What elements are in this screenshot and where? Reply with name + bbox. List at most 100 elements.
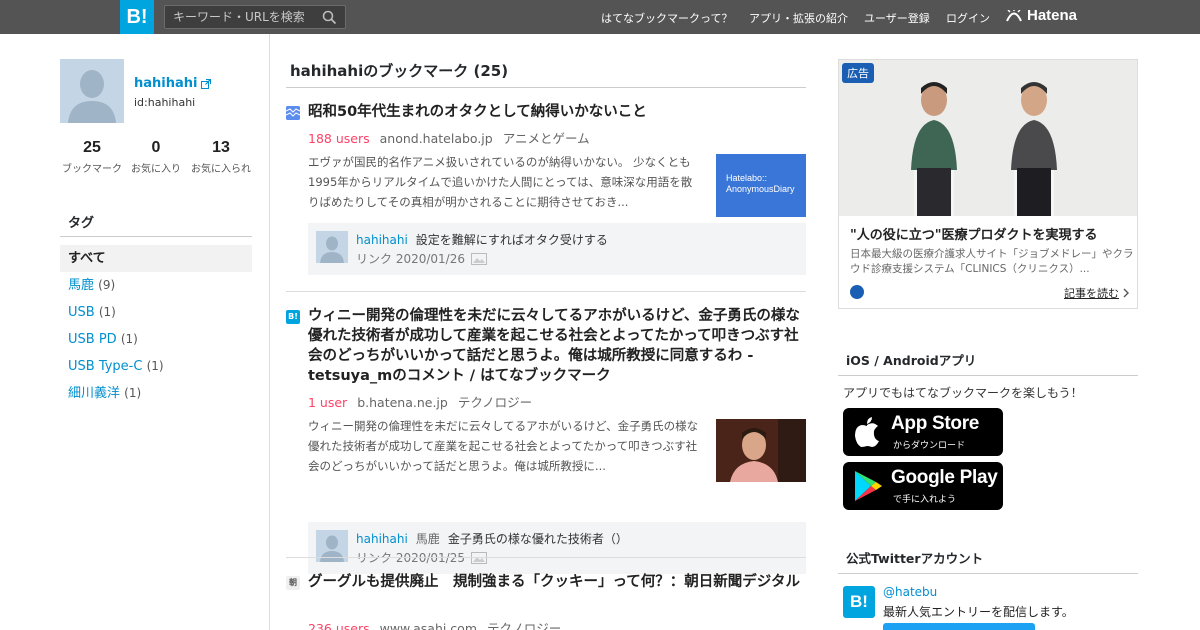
hatebu-twitter-avatar[interactable]: B! <box>843 586 875 618</box>
search-input[interactable] <box>173 9 313 25</box>
tag-count: (1) <box>120 332 138 346</box>
stat-favorited[interactable]: 13 お気に入られ <box>186 139 256 175</box>
ad-badge: 広告 <box>842 63 874 83</box>
stat-value: 0 <box>151 139 161 156</box>
stat-favorites[interactable]: 0 お気に入り <box>121 139 191 175</box>
google-play-button[interactable]: Google Play で手に入れよう <box>843 462 1003 510</box>
tag-item[interactable]: 馬鹿 (9) <box>60 272 252 299</box>
thumbnail-line: AnonymousDiary <box>726 184 795 194</box>
user-name-link[interactable]: hahihahi <box>134 76 212 91</box>
entry-category-link[interactable]: テクノロジー <box>458 395 532 410</box>
nav-login[interactable]: ログイン <box>946 10 990 26</box>
ad-description: 日本最大級の医療介護求人サイト「ジョブメドレー」やクラウド診療支援システム「CL… <box>850 248 1134 275</box>
app-store-sublabel: からダウンロード <box>893 441 966 451</box>
entry-title-link[interactable]: 昭和50年代生まれのオタクとして納得いかないこと <box>308 102 806 122</box>
search-box[interactable] <box>164 5 346 29</box>
entry-thumbnail[interactable]: Hatelabo:: AnonymousDiary <box>716 154 806 217</box>
entry-domain-link[interactable]: b.hatena.ne.jp <box>357 395 448 410</box>
ad-card[interactable]: 広告 "人の役に立つ"医療プロダクトを実現する 日本最大級の医療介護求人サイト「… <box>838 59 1138 309</box>
bookmark-list: hahihahiのブックマーク (25) 昭和50年代生まれのオタクとして納得い… <box>286 34 806 630</box>
hatebu-favicon-icon: B! <box>286 310 300 324</box>
tag-label: USB PD <box>68 332 117 347</box>
comment-avatar[interactable] <box>316 231 348 263</box>
image-icon[interactable] <box>470 252 487 265</box>
nav-apps[interactable]: アプリ・拡張の紹介 <box>749 10 848 26</box>
twitter-follow-button[interactable] <box>883 623 1035 630</box>
chevron-right-icon <box>1123 288 1129 298</box>
entry-description: エヴァが国民的名作アニメ扱いされているのが納得いかない。 少なくとも1995年か… <box>308 155 693 209</box>
entry-users-link[interactable]: 236 users <box>308 621 370 630</box>
comment-user-link[interactable]: hahihahi <box>356 233 408 247</box>
twitter-handle-link[interactable]: @hatebu <box>883 585 937 599</box>
apps-heading: iOS / Androidアプリ <box>838 350 1138 376</box>
tag-label: USB Type-C <box>68 359 143 374</box>
user-name: hahihahi <box>134 76 198 91</box>
tag-count: (1) <box>146 359 164 373</box>
stat-label: お気に入り <box>131 164 181 175</box>
ad-link-label: 記事を読む <box>1064 287 1119 300</box>
entry-title-link[interactable]: ウィニー開発の倫理性を未だに云々してるアホがいるけど、金子勇氏の様な優れた技術者… <box>308 306 806 386</box>
tag-item[interactable]: USB PD (1) <box>60 326 252 353</box>
hatena-brand[interactable]: Hatena <box>1006 7 1077 24</box>
external-link-icon <box>201 78 212 89</box>
comment-text: 金子勇氏の様な優れた技術者（） <box>447 532 628 546</box>
entry-users-link[interactable]: 188 users <box>308 131 370 146</box>
divider <box>286 557 806 558</box>
google-play-label: Google Play <box>891 467 998 488</box>
right-sidebar: 広告 "人の役に立つ"医療プロダクトを実現する 日本最大級の医療介護求人サイト「… <box>838 34 1138 630</box>
tag-item-all[interactable]: すべて <box>60 245 252 272</box>
entry-category-link[interactable]: アニメとゲーム <box>503 131 590 146</box>
app-store-button[interactable]: App Store からダウンロード <box>843 408 1003 456</box>
entry-domain-link[interactable]: www.asahi.com <box>380 621 477 630</box>
nav-signup[interactable]: ユーザー登録 <box>864 10 930 26</box>
comment-footer: リンク 2020/01/26 <box>356 250 487 267</box>
entry-meta: 1 user b.hatena.ne.jp テクノロジー <box>308 392 532 411</box>
comment-tag-link[interactable]: 馬鹿 <box>416 532 440 546</box>
tag-count: (1) <box>98 305 116 319</box>
stat-label: お気に入られ <box>191 164 251 175</box>
tag-item[interactable]: USB (1) <box>60 299 252 326</box>
search-icon[interactable] <box>322 10 337 25</box>
portrait-image <box>716 419 806 482</box>
ad-title[interactable]: "人の役に立つ"医療プロダクトを実現する <box>850 224 1098 243</box>
entry-title-link[interactable]: グーグルも提供廃止 規制強まる「クッキー」って何？：朝日新聞デジタル <box>308 572 806 592</box>
user-avatar[interactable] <box>60 59 124 123</box>
stat-bookmarks[interactable]: 25 ブックマーク <box>57 139 127 175</box>
entry-category-link[interactable]: テクノロジー <box>487 621 561 630</box>
ad-read-more-link[interactable]: 記事を読む <box>1064 285 1129 301</box>
bookmark-entry: 朝 グーグルも提供廃止 規制強まる「クッキー」って何？：朝日新聞デジタル 236… <box>286 572 806 630</box>
tag-item[interactable]: USB Type-C (1) <box>60 353 252 380</box>
ad-image: 広告 <box>839 60 1137 216</box>
favicon-icon <box>286 106 300 120</box>
user-comment: hahihahi 設定を難解にすればオタク受けする リンク 2020/01/26 <box>308 223 806 275</box>
hatebu-logo[interactable]: B! <box>120 0 154 34</box>
entry-description: ウィニー開発の倫理性を未だに云々してるアホがいるけど、金子勇氏の様な優れた技術者… <box>308 419 699 473</box>
tags-heading: タグ <box>60 212 252 237</box>
page-title: hahihahiのブックマーク (25) <box>286 60 806 88</box>
nav-about[interactable]: はてなブックマークって？ <box>601 10 732 26</box>
apple-icon <box>855 417 879 447</box>
thumbnail-line: Hatelabo:: <box>726 173 768 183</box>
entry-thumbnail[interactable] <box>716 419 806 482</box>
comment-user-link[interactable]: hahihahi <box>356 532 408 546</box>
entry-domain-link[interactable]: anond.hatelabo.jp <box>380 131 493 146</box>
tag-label: USB <box>68 305 95 320</box>
bookmark-entry: 昭和50年代生まれのオタクとして納得いかないこと 188 users anond.… <box>286 102 806 278</box>
comment-line: hahihahi 設定を難解にすればオタク受けする <box>356 231 608 248</box>
google-play-sublabel: で手に入れよう <box>893 495 957 505</box>
entry-users-link[interactable]: 1 user <box>308 395 347 410</box>
apps-description: アプリでもはてなブックマークを楽しもう！ <box>843 386 1083 400</box>
entry-meta: 188 users anond.hatelabo.jp アニメとゲーム <box>308 128 590 147</box>
ad-photo <box>839 60 1137 216</box>
tag-label: 細川義洋 <box>68 386 121 401</box>
comment-line: hahihahi 馬鹿 金子勇氏の様な優れた技術者（） <box>356 530 628 547</box>
tag-count: (1) <box>124 386 142 400</box>
global-header: B! はてなブックマークって？ アプリ・拡張の紹介 ユーザー登録 ログイン Ha… <box>0 0 1200 34</box>
bookmark-entry: B! ウィニー開発の倫理性を未だに云々してるアホがいるけど、金子勇氏の様な優れた… <box>286 306 806 574</box>
tag-list: すべて 馬鹿 (9) USB (1) USB PD (1) USB Type-C… <box>60 245 252 407</box>
tag-item[interactable]: 細川義洋 (1) <box>60 380 252 407</box>
tag-label: 馬鹿 <box>68 278 95 293</box>
divider <box>286 291 806 292</box>
asahi-favicon-icon: 朝 <box>286 576 300 590</box>
comment-date-link[interactable]: リンク 2020/01/26 <box>356 250 465 267</box>
